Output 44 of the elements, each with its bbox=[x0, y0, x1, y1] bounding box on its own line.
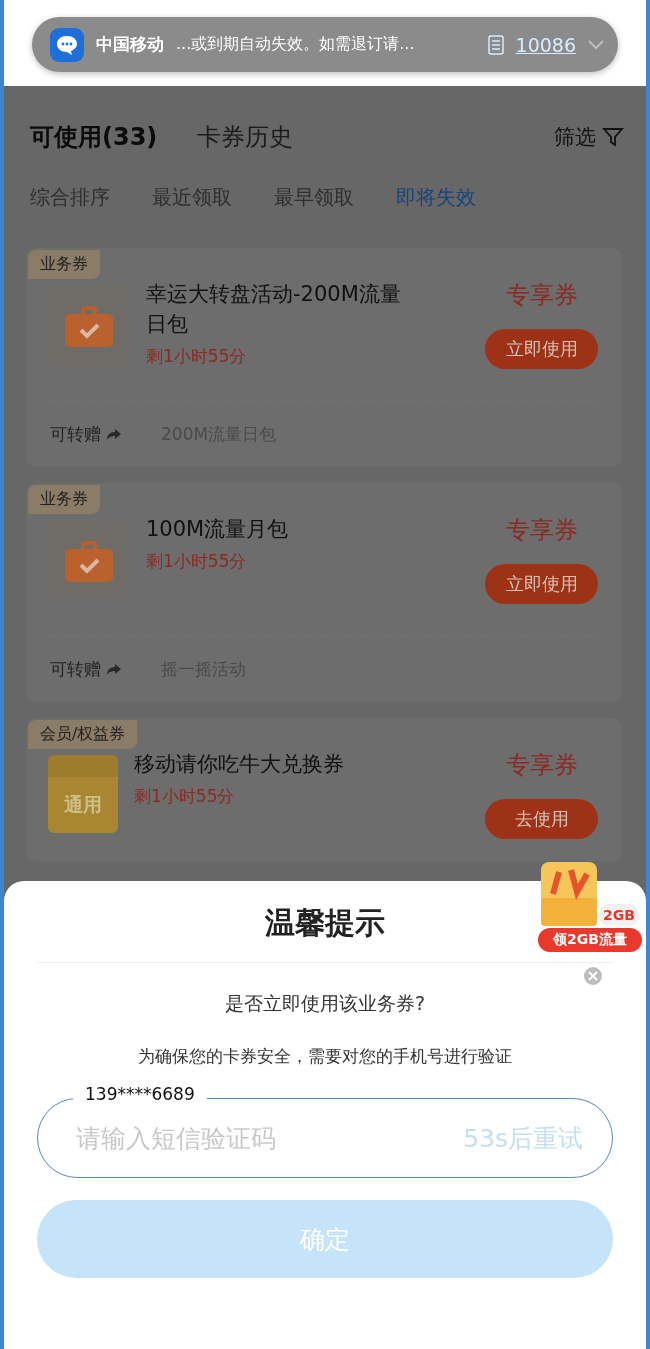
briefcase-icon bbox=[64, 304, 114, 348]
coupon-type: 专享券 bbox=[505, 515, 578, 546]
close-icon[interactable] bbox=[583, 966, 603, 986]
tab[interactable]: 可使用(33) bbox=[30, 121, 158, 153]
coupon-tag: 会员/权益券 bbox=[28, 720, 138, 749]
sort-option[interactable]: 综合排序 bbox=[30, 183, 110, 211]
promo-label[interactable]: 领2GB流量 bbox=[538, 928, 642, 952]
dialog-question: 是否立即使用该业务券? bbox=[224, 991, 426, 1016]
use-button[interactable]: 去使用 bbox=[485, 799, 598, 839]
time-remaining: 剩1小时55分 bbox=[146, 550, 248, 573]
resend-countdown: 53s后重试 bbox=[463, 1123, 583, 1155]
message-preview: ...或到期自动失效。如需退订请... bbox=[176, 34, 416, 55]
coupon-title: 幸运大转盘活动-200M流量日包 bbox=[146, 281, 402, 338]
sort-option[interactable]: 最近领取 bbox=[152, 183, 232, 211]
coupon-title: 100M流量月包 bbox=[146, 516, 290, 543]
sender-number-link[interactable]: 10086 bbox=[515, 33, 576, 56]
tab[interactable]: 卡券历史 bbox=[197, 121, 294, 153]
coupon-type: 专享券 bbox=[505, 280, 578, 311]
time-remaining: 剩1小时55分 bbox=[134, 785, 236, 808]
promo-amount: 2GB bbox=[599, 904, 639, 926]
dialog-notice: 为确保您的卡券安全，需要对您的手机号进行验证 bbox=[138, 1045, 512, 1068]
transfer-label: 可转赠 bbox=[50, 658, 101, 681]
time-remaining: 剩1小时55分 bbox=[146, 345, 248, 368]
sort-option[interactable]: 即将失效 bbox=[396, 183, 476, 211]
chat-bubble-icon bbox=[50, 27, 84, 62]
coupon-tag: 业务券 bbox=[28, 250, 100, 279]
filter-icon[interactable] bbox=[602, 126, 624, 148]
transfer-label: 可转赠 bbox=[50, 423, 101, 446]
document-icon bbox=[487, 34, 504, 55]
ticket-icon: 通用 bbox=[48, 755, 118, 833]
coupon-tag: 业务券 bbox=[28, 485, 100, 514]
use-button[interactable]: 立即使用 bbox=[485, 564, 598, 604]
gift-box-icon[interactable] bbox=[541, 862, 598, 926]
use-button[interactable]: 立即使用 bbox=[485, 329, 598, 369]
filter-label[interactable]: 筛选 bbox=[554, 123, 596, 151]
notification-banner[interactable]: 中国移动 ...或到期自动失效。如需退订请... 10086 bbox=[32, 17, 618, 72]
sender-name: 中国移动 bbox=[96, 33, 164, 56]
coupon-title: 移动请你吃牛大兑换券 bbox=[134, 751, 345, 778]
sort-option[interactable]: 最早领取 bbox=[274, 183, 354, 211]
coupon-type: 专享券 bbox=[505, 750, 578, 781]
chevron-down-icon[interactable] bbox=[588, 39, 604, 50]
share-arrow-icon bbox=[107, 663, 121, 676]
briefcase-icon bbox=[64, 539, 114, 583]
share-arrow-icon bbox=[107, 428, 121, 441]
